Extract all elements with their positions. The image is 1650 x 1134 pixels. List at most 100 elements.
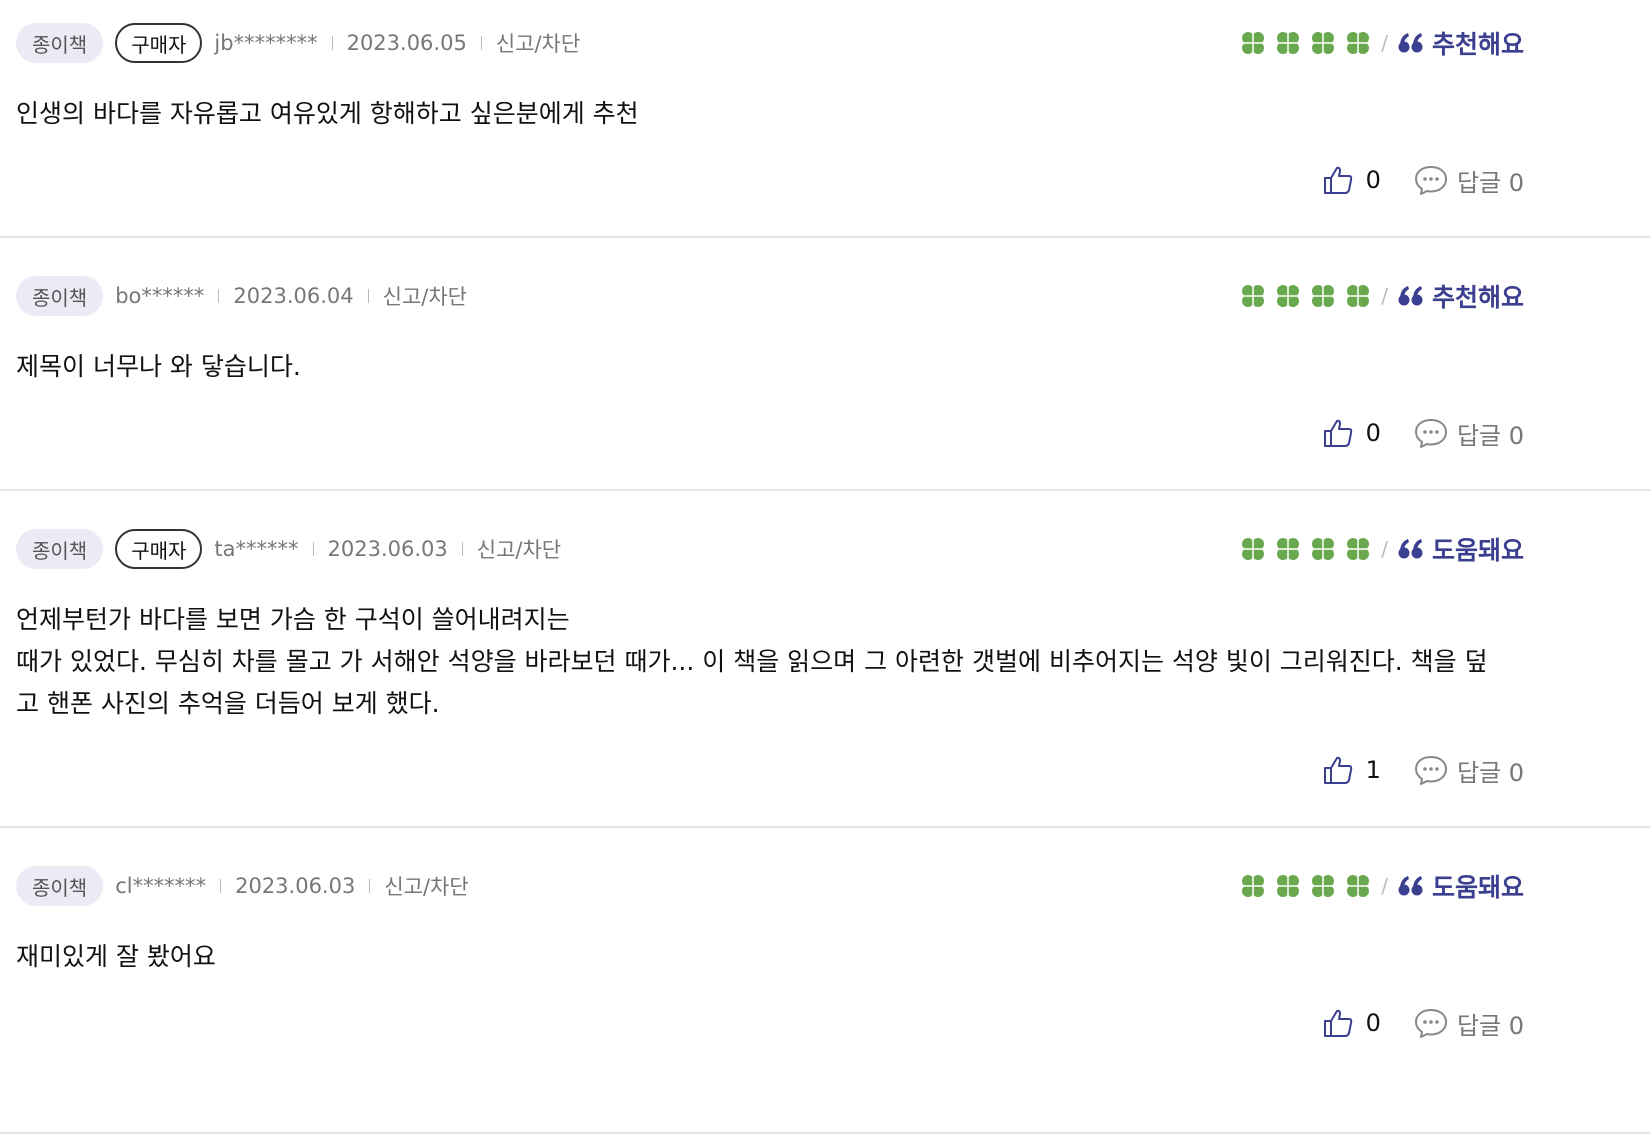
review-body-line: 인생의 바다를 자유롭고 여유있게 항해하고 싶은분에게 추천 (16, 99, 639, 128)
reply-button[interactable]: 답글 0 (1413, 1006, 1524, 1041)
clover-rating (1240, 536, 1371, 562)
rating: / 추천해요 (1240, 23, 1524, 63)
report-block-link[interactable]: 신고/차단 (383, 281, 467, 311)
review-item: 종이책 bo****** 2023.06.04 신고/차단 / 추천해요 제목이… (0, 238, 1650, 491)
clover-icon (1347, 875, 1370, 897)
rating: / 추천해요 (1240, 276, 1524, 316)
review-meta: 종이책 구매자 jb******** 2023.06.05 신고/차단 (16, 23, 580, 63)
format-badge: 종이책 (16, 276, 104, 316)
meta-divider (480, 36, 482, 50)
review-actions: 0 답글 0 (1322, 413, 1524, 453)
reply-button[interactable]: 답글 0 (1413, 163, 1524, 198)
clover-icon (1312, 875, 1335, 897)
reply-count: 답글 0 (1456, 758, 1524, 787)
meta-divider (461, 542, 463, 556)
clover-icon (1277, 538, 1300, 560)
reply-count: 답글 0 (1456, 421, 1524, 450)
review-body-line: 언제부턴가 바다를 보면 가슴 한 구석이 쓸어내려지는 (16, 605, 570, 634)
review-meta: 종이책 bo****** 2023.06.04 신고/차단 (16, 276, 467, 316)
reviewer-id: jb******** (214, 31, 318, 55)
clover-icon (1277, 875, 1300, 897)
meta-divider (218, 289, 220, 303)
quote-icon (1398, 286, 1423, 306)
quote-icon (1398, 33, 1423, 53)
review-body-line: 고 핸폰 사진의 추억을 더듬어 보게 했다. (16, 689, 440, 718)
report-block-link[interactable]: 신고/차단 (384, 871, 468, 901)
rating-label: 추천해요 (1431, 283, 1524, 312)
review-date: 2023.06.05 (346, 31, 467, 55)
speech-bubble-icon (1414, 419, 1447, 448)
quote-icon (1398, 876, 1423, 896)
rating-label: 도움돼요 (1431, 536, 1524, 565)
thumbs-up-icon (1323, 1009, 1352, 1037)
review-date: 2023.06.04 (233, 284, 354, 308)
clover-rating (1240, 283, 1371, 309)
review-body: 재미있게 잘 봤어요 (16, 936, 1530, 978)
rating-divider: / (1381, 31, 1388, 55)
like-button[interactable]: 0 (1322, 164, 1381, 196)
reviewer-id: ta****** (214, 537, 299, 561)
like-button[interactable]: 0 (1322, 417, 1381, 449)
rating: / 도움돼요 (1240, 866, 1524, 906)
clover-icon (1277, 32, 1300, 54)
like-count: 0 (1365, 166, 1381, 194)
report-block-link[interactable]: 신고/차단 (477, 534, 561, 564)
meta-divider (369, 879, 371, 893)
clover-rating (1240, 873, 1371, 899)
reply-button[interactable]: 답글 0 (1413, 753, 1524, 788)
review-item: 종이책 구매자 jb******** 2023.06.05 신고/차단 / 추천… (0, 0, 1650, 238)
rating-label: 도움돼요 (1431, 873, 1524, 902)
reply-count: 답글 0 (1456, 1011, 1524, 1040)
clover-icon (1312, 538, 1335, 560)
review-body-line: 때가 있었다. 무심히 차를 몰고 가 서해안 석양을 바라보던 때가... 이… (16, 647, 1488, 676)
thumbs-up-icon (1323, 756, 1352, 784)
reviewer-id: bo****** (115, 284, 205, 308)
speech-bubble-icon (1414, 756, 1447, 785)
report-block-link[interactable]: 신고/차단 (496, 28, 580, 58)
clover-icon (1347, 285, 1370, 307)
rating-divider: / (1381, 537, 1388, 561)
rating-divider: / (1381, 284, 1388, 308)
clover-icon (1242, 32, 1265, 54)
quote-icon (1398, 539, 1423, 559)
reply-button[interactable]: 답글 0 (1413, 416, 1524, 451)
review-body-line: 제목이 너무나 와 닿습니다. (16, 352, 301, 381)
format-badge: 종이책 (16, 866, 104, 906)
clover-icon (1347, 32, 1370, 54)
clover-rating (1240, 30, 1371, 56)
clover-icon (1277, 285, 1300, 307)
like-count: 0 (1365, 419, 1381, 447)
clover-icon (1242, 875, 1265, 897)
rating-divider: / (1381, 874, 1388, 898)
review-actions: 1 답글 0 (1322, 750, 1524, 790)
review-item: 종이책 구매자 ta****** 2023.06.03 신고/차단 / 도움돼요… (0, 491, 1650, 828)
buyer-badge: 구매자 (115, 23, 203, 63)
buyer-badge: 구매자 (115, 529, 203, 569)
review-actions: 0 답글 0 (1322, 1003, 1524, 1043)
thumbs-up-icon (1323, 419, 1352, 447)
like-count: 0 (1365, 1009, 1381, 1037)
speech-bubble-icon (1414, 166, 1447, 195)
speech-bubble-icon (1414, 1009, 1447, 1038)
reply-count: 답글 0 (1456, 168, 1524, 197)
thumbs-up-icon (1323, 166, 1352, 194)
meta-divider (367, 289, 369, 303)
rating: / 도움돼요 (1240, 529, 1524, 569)
clover-icon (1242, 285, 1265, 307)
clover-icon (1312, 285, 1335, 307)
rating-label: 추천해요 (1431, 30, 1524, 59)
like-count: 1 (1365, 756, 1381, 784)
clover-icon (1242, 538, 1265, 560)
reviewer-id: cl******* (115, 874, 207, 898)
like-button[interactable]: 0 (1322, 1007, 1381, 1039)
review-date: 2023.06.03 (327, 537, 448, 561)
review-body: 인생의 바다를 자유롭고 여유있게 항해하고 싶은분에게 추천 (16, 93, 1530, 135)
review-meta: 종이책 cl******* 2023.06.03 신고/차단 (16, 866, 469, 906)
meta-divider (331, 36, 333, 50)
review-meta: 종이책 구매자 ta****** 2023.06.03 신고/차단 (16, 529, 561, 569)
meta-divider (220, 879, 222, 893)
review-item: 종이책 cl******* 2023.06.03 신고/차단 / 도움돼요 재미… (0, 828, 1650, 1134)
review-actions: 0 답글 0 (1322, 160, 1524, 200)
clover-icon (1347, 538, 1370, 560)
like-button[interactable]: 1 (1322, 754, 1381, 786)
